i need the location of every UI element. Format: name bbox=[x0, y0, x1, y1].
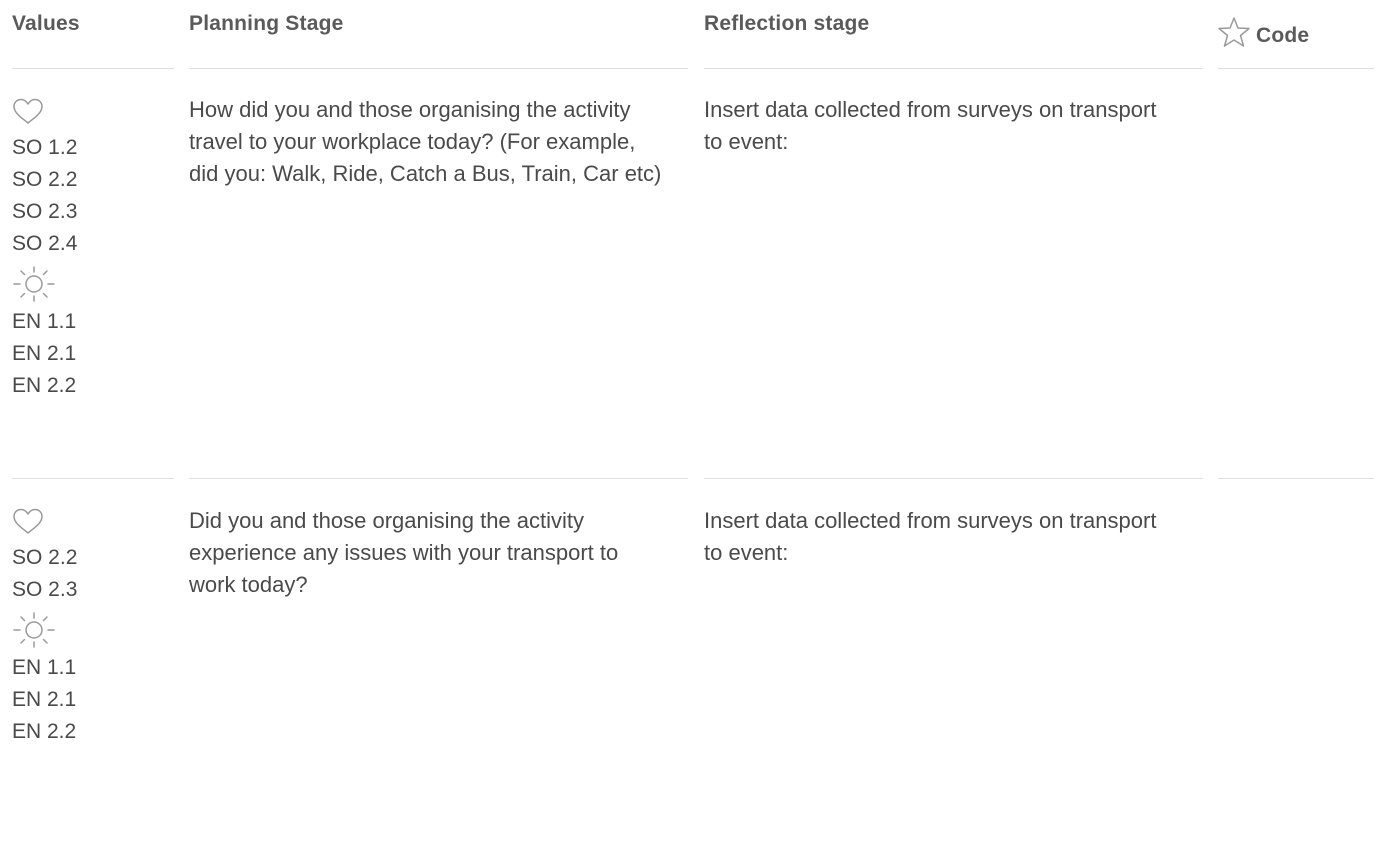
divider bbox=[704, 478, 1203, 479]
row-1-planning-text: How did you and those organising the act… bbox=[189, 97, 662, 186]
code-item: SO 2.2 bbox=[12, 168, 78, 191]
code-item: SO 2.4 bbox=[12, 232, 78, 255]
divider bbox=[1218, 68, 1374, 69]
sun-icon bbox=[13, 612, 55, 648]
header-code-label: Code bbox=[1256, 24, 1310, 47]
header-values: Values bbox=[12, 12, 80, 35]
code-item: EN 2.2 bbox=[12, 374, 77, 397]
divider bbox=[704, 68, 1203, 69]
row-2-planning-text: Did you and those organising the activit… bbox=[189, 508, 619, 597]
code-item: EN 2.1 bbox=[12, 688, 77, 711]
divider bbox=[189, 68, 688, 69]
code-item: SO 2.3 bbox=[12, 578, 78, 601]
code-item: EN 2.1 bbox=[12, 342, 77, 365]
row-2-values: SO 2.2 SO 2.3 EN 1.1 EN 2.1 EN 2.2 bbox=[12, 506, 77, 748]
header-reflection-stage: Reflection stage bbox=[704, 12, 870, 35]
code-item: SO 2.3 bbox=[12, 200, 78, 223]
row-1-reflection-text: Insert data collected from surveys on tr… bbox=[704, 97, 1157, 154]
row-2-reflection-text: Insert data collected from surveys on tr… bbox=[704, 508, 1157, 565]
divider bbox=[12, 478, 174, 479]
sun-icon bbox=[13, 266, 55, 302]
star-icon bbox=[1218, 17, 1250, 47]
header-planning-stage: Planning Stage bbox=[189, 12, 344, 35]
divider bbox=[1218, 478, 1374, 479]
divider bbox=[189, 478, 688, 479]
header-code: Code bbox=[1218, 16, 1309, 48]
heart-icon bbox=[13, 508, 43, 534]
heart-icon bbox=[13, 98, 43, 124]
code-item: EN 1.1 bbox=[12, 656, 77, 679]
code-item: EN 2.2 bbox=[12, 720, 77, 743]
code-item: SO 1.2 bbox=[12, 136, 78, 159]
code-item: SO 2.2 bbox=[12, 546, 78, 569]
code-item: EN 1.1 bbox=[12, 310, 77, 333]
row-1-values: SO 1.2 SO 2.2 SO 2.3 SO 2.4 EN 1.1 EN 2.… bbox=[12, 96, 77, 402]
divider bbox=[12, 68, 174, 69]
